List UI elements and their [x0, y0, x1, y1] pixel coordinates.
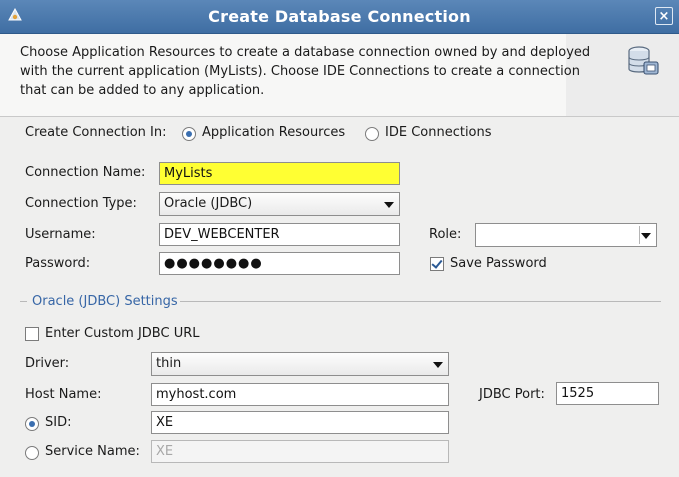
- dialog-window: Create Database Connection × Choose Appl…: [0, 0, 679, 477]
- connection-name-input[interactable]: MyLists: [159, 162, 400, 185]
- jdbc-settings-title: Oracle (JDBC) Settings: [32, 294, 178, 309]
- sid-label[interactable]: SID:: [45, 415, 71, 430]
- driver-label: Driver:: [25, 356, 70, 371]
- chevron-down-icon: [433, 362, 443, 368]
- role-select[interactable]: [475, 223, 657, 247]
- close-icon[interactable]: ×: [655, 7, 673, 25]
- title-bar[interactable]: Create Database Connection ×: [0, 0, 679, 34]
- driver-value: thin: [156, 356, 182, 371]
- service-name-label[interactable]: Service Name:: [45, 444, 140, 459]
- sid-input[interactable]: XE: [151, 411, 449, 434]
- connection-type-value: Oracle (JDBC): [164, 196, 253, 211]
- database-connection-icon: [628, 46, 659, 75]
- ide-connections-label[interactable]: IDE Connections: [385, 125, 492, 140]
- radio-ide-connections[interactable]: [365, 127, 379, 141]
- password-label: Password:: [25, 256, 91, 271]
- section-divider-right: [180, 301, 661, 302]
- password-input[interactable]: ●●●●●●●●: [159, 252, 400, 275]
- driver-select[interactable]: thin: [151, 352, 449, 376]
- application-resources-label[interactable]: Application Resources: [202, 125, 345, 140]
- role-select-divider: [639, 226, 640, 244]
- custom-jdbc-url-label[interactable]: Enter Custom JDBC URL: [45, 326, 200, 341]
- connection-name-label: Connection Name:: [25, 165, 146, 180]
- save-password-label[interactable]: Save Password: [450, 256, 547, 271]
- dialog-title: Create Database Connection: [208, 7, 471, 26]
- connection-type-select[interactable]: Oracle (JDBC): [159, 192, 400, 216]
- service-name-input: XE: [151, 440, 449, 463]
- info-banner: Choose Application Resources to create a…: [0, 34, 679, 117]
- radio-application-resources[interactable]: [182, 127, 196, 141]
- chevron-down-icon: [641, 233, 651, 239]
- host-name-label: Host Name:: [25, 387, 102, 402]
- create-in-label: Create Connection In:: [25, 125, 167, 140]
- banner-description: Choose Application Resources to create a…: [20, 45, 591, 98]
- custom-jdbc-url-checkbox[interactable]: [25, 327, 39, 341]
- role-label: Role:: [429, 227, 462, 242]
- jdbc-port-label: JDBC Port:: [479, 387, 545, 402]
- radio-service-name[interactable]: [25, 446, 39, 460]
- host-name-input[interactable]: myhost.com: [151, 383, 449, 406]
- save-password-checkbox[interactable]: [430, 257, 444, 271]
- chevron-down-icon: [384, 202, 394, 208]
- username-label: Username:: [25, 227, 96, 242]
- section-divider-left: [20, 301, 27, 302]
- connection-type-label: Connection Type:: [25, 196, 137, 211]
- jdbc-port-input[interactable]: 1525: [556, 382, 659, 405]
- radio-sid[interactable]: [25, 417, 39, 431]
- username-input[interactable]: DEV_WEBCENTER: [159, 223, 400, 246]
